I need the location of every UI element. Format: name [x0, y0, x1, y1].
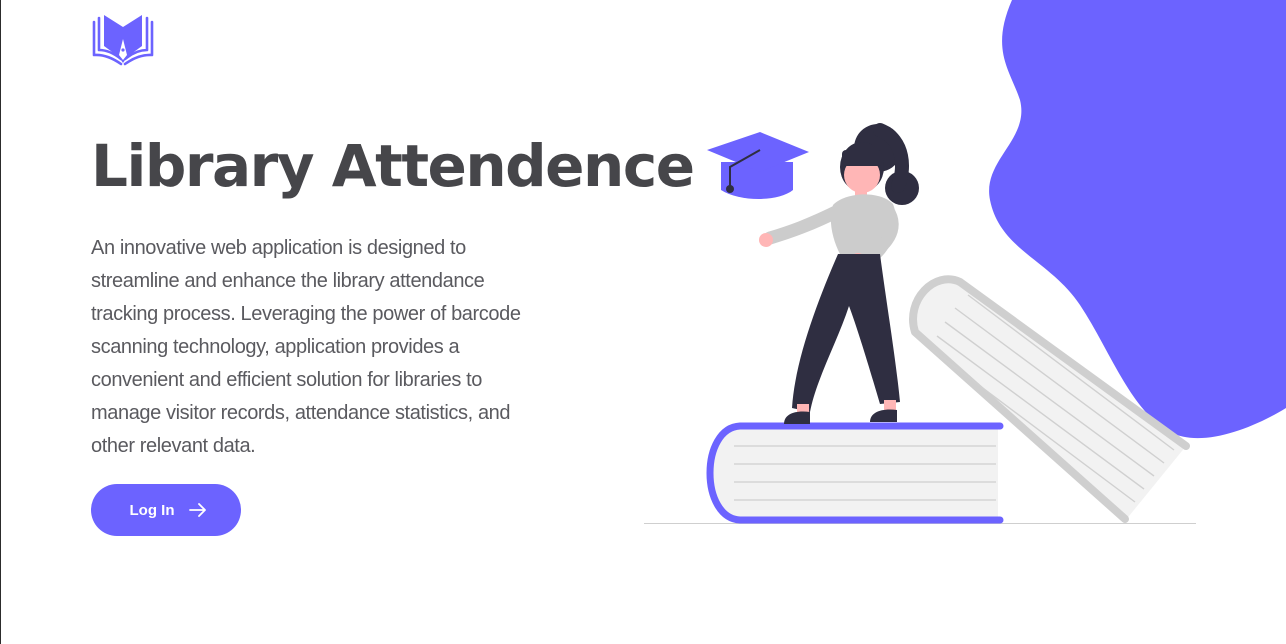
graduation-cap-icon: [707, 132, 809, 199]
open-book-pen-icon[interactable]: [91, 13, 155, 67]
page-left-border: [0, 0, 1, 644]
page-title: Library Attendence: [91, 132, 695, 200]
hero-description: An innovative web application is designe…: [91, 237, 521, 457]
lying-book-shape: [706, 422, 1004, 524]
woman-standing-on-books-illustration: [644, 0, 1286, 524]
login-button[interactable]: Log In: [91, 484, 241, 536]
login-button-label: Log In: [129, 501, 175, 519]
arrow-right-icon: [188, 503, 206, 517]
